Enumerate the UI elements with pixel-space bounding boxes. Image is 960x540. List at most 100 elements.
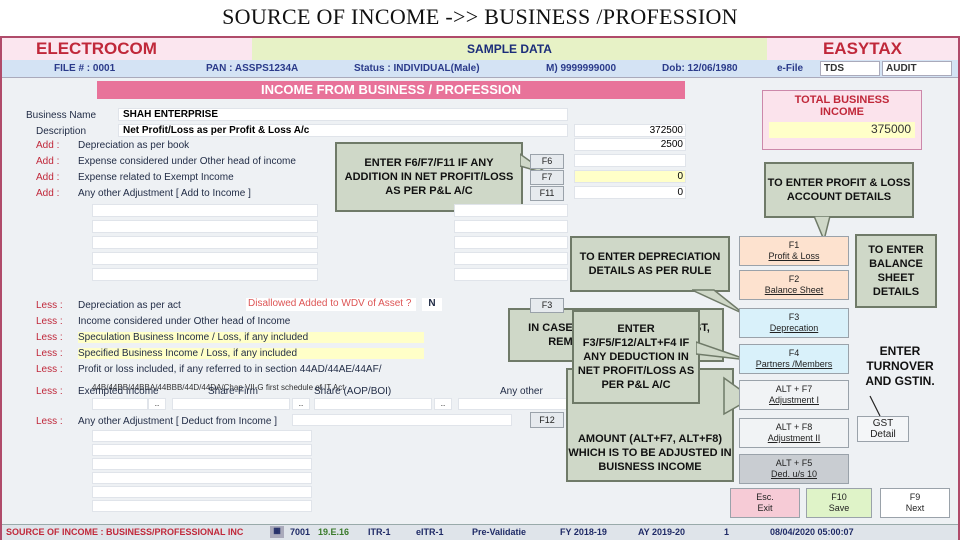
status-eitr[interactable]: eITR-1 [416,527,444,537]
file-no: FILE # : 0001 [54,63,116,74]
audit-select[interactable]: AUDIT [882,61,952,76]
blank-row[interactable] [454,268,568,281]
any-other-input[interactable] [458,398,568,410]
any-other-label: Any other [500,386,543,397]
add-row-value[interactable]: 0 [574,170,686,183]
less-row-label: Speculation Business Income / Loss, if a… [78,332,424,343]
gst-label: Detail [870,429,896,440]
status: Status : INDIVIDUAL(Male) [354,63,480,74]
blank-row[interactable] [92,472,312,484]
gst-detail-button[interactable]: GST Detail [857,416,909,442]
fkey-7-button[interactable]: ALT + F5 Ded. u/s 10 [739,454,849,484]
blank-row[interactable] [92,204,318,217]
exit-button[interactable]: Esc. Exit [730,488,800,518]
callout-gst: ENTER TURNOVER AND GSTIN. [865,344,935,388]
add-row-key[interactable]: F7 [530,170,564,185]
info-bar: FILE # : 0001 PAN : ASSPS1234A Status : … [2,60,958,78]
save-button[interactable]: F10 Save [806,488,872,518]
add-prefix: Add : [36,172,60,183]
blank-row[interactable] [92,268,318,281]
share-aop-button[interactable]: .. [434,398,452,410]
fkey-4-button[interactable]: F4 Partners /Members [739,344,849,374]
less-row-label: Depreciation as per act [78,300,181,311]
exempt-button[interactable]: .. [148,398,166,410]
share-firm-input[interactable] [172,398,290,410]
add-row-key[interactable]: F11 [530,186,564,201]
add-row-label: Depreciation as per book [78,140,190,151]
blank-row[interactable] [454,236,568,249]
fkey-3-button[interactable]: F3 Deprecation [739,308,849,338]
less-row-key[interactable]: F3 [530,298,564,313]
blank-row[interactable] [92,444,312,456]
status-bar: SOURCE OF INCOME : BUSINESS/PROFESSIONAL… [2,524,958,540]
share-aop-label: Share (AOP/BOI) [314,386,392,397]
less-row-label: Specified Business Income / Loss, if any… [78,348,424,359]
status-title: SOURCE OF INCOME : BUSINESS/PROFESSIONAL… [6,527,244,537]
status-itr[interactable]: ITR-1 [368,527,391,537]
status-prevalidate[interactable]: Pre-Validatie [472,527,526,537]
next-key: F9 [909,492,921,502]
description-input[interactable]: Net Profit/Loss as per Profit & Loss A/c [118,124,568,137]
status-code: 7001 [290,527,311,537]
callout-pl: TO ENTER PROFIT & LOSS ACCOUNT DETAILS [764,162,914,218]
other-adj-input[interactable] [292,414,512,426]
add-prefix: Add : [36,140,60,151]
blank-row[interactable] [92,486,312,498]
status-datetime: 08/04/2020 05:00:07 [770,527,854,537]
total-label: TOTAL BUSINESS INCOME [794,94,890,118]
fkey-code: F1 [788,240,800,250]
net-profit-value[interactable]: 372500 [574,124,686,137]
exempt-label: Exempted Income [78,386,159,397]
business-name-input[interactable]: SHAH ENTERPRISE [118,108,568,121]
add-prefix: Add : [36,188,60,199]
f12-key[interactable]: F12 [530,412,564,428]
pan: PAN : ASSPS1234A [206,63,299,74]
dob: Dob: 12/06/1980 [662,63,738,74]
less-prefix: Less : [36,364,63,375]
blank-row[interactable] [92,430,312,442]
fkey-code: ALT + F7 [775,384,813,394]
gst-key: GST [872,418,894,429]
blank-row[interactable] [454,252,568,265]
section-title: INCOME FROM BUSINESS / PROFESSION [97,81,685,99]
fkey-1-button[interactable]: F1 Profit & Loss [739,236,849,266]
add-row-key[interactable]: F6 [530,154,564,169]
fkey-label: Balance Sheet [764,285,824,295]
share-aop-input[interactable] [314,398,432,410]
add-row-value[interactable]: 2500 [574,138,686,151]
less-row-flag[interactable]: N [422,298,442,311]
add-row-value[interactable]: 0 [574,186,686,199]
description-label: Description [36,126,87,137]
status-fy: FY 2018-19 [560,527,607,537]
fkey-label: Adjustment II [767,433,821,443]
status-version: 19.E.16 [318,527,350,537]
fkey-6-button[interactable]: ALT + F8 Adjustment II [739,418,849,448]
blank-row[interactable] [92,236,318,249]
add-row-label: Expense related to Exempt Income [78,172,234,183]
calculator-icon[interactable]: ▦ [270,526,284,538]
add-row-value[interactable] [574,154,686,167]
exempt-prefix: Less : [36,386,63,397]
fkey-label: Ded. u/s 10 [770,469,818,479]
status-one: 1 [724,527,730,537]
blank-row[interactable] [92,500,312,512]
fkey-label: Deprecation [769,323,819,333]
blank-row[interactable] [454,204,568,217]
brand-electrocom: ELECTROCOM [36,39,157,58]
fkey-label: Adjustment I [768,395,820,405]
fkey-2-button[interactable]: F2 Balance Sheet [739,270,849,300]
exit-label: Exit [757,503,773,513]
blank-row[interactable] [92,458,312,470]
next-button[interactable]: F9 Next [880,488,950,518]
blank-row[interactable] [92,252,318,265]
efile-tab[interactable]: e-File [777,63,803,74]
share-firm-button[interactable]: .. [292,398,310,410]
exempt-input[interactable] [92,398,148,410]
blank-row[interactable] [454,220,568,233]
blank-row[interactable] [92,220,318,233]
total-value: 375000 [769,122,915,138]
add-prefix: Add : [36,156,60,167]
fkey-5-button[interactable]: ALT + F7 Adjustment I [739,380,849,410]
tds-select[interactable]: TDS [820,61,880,76]
less-prefix: Less : [36,332,63,343]
